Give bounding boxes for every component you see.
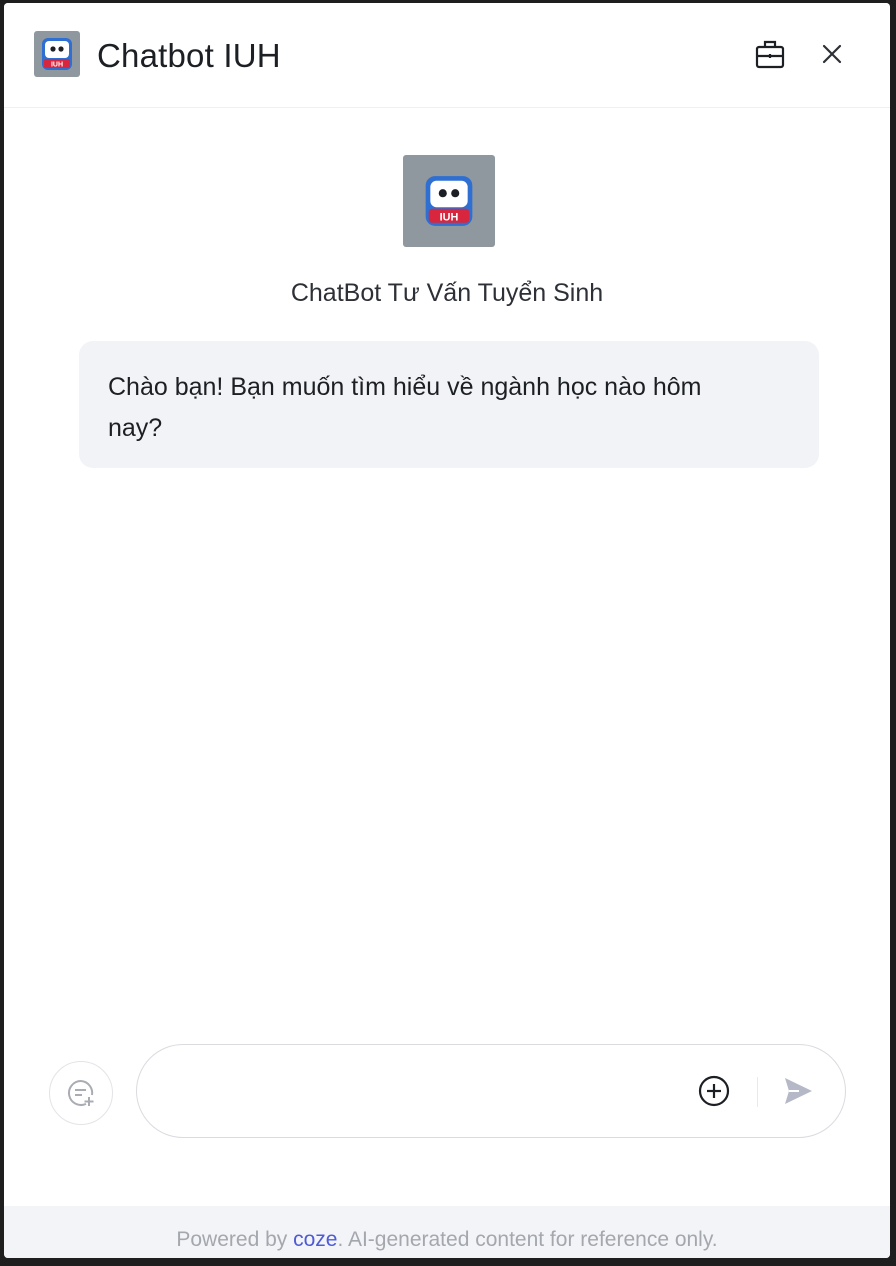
send-button[interactable] — [778, 1071, 818, 1111]
close-button[interactable] — [812, 34, 852, 74]
bot-logo-icon: IUH — [34, 31, 80, 77]
chat-title: Chatbot IUH — [97, 37, 281, 74]
bot-robot-icon: IUH — [425, 176, 473, 226]
new-chat-button[interactable] — [49, 1061, 113, 1125]
close-icon — [822, 44, 842, 64]
footer-disclaimer: . AI-generated content for reference onl… — [337, 1228, 718, 1251]
bot-avatar: IUH — [403, 155, 495, 247]
message-input[interactable] — [163, 1069, 687, 1115]
add-attachment-button[interactable] — [694, 1071, 734, 1111]
footer-prefix: Powered by — [176, 1228, 294, 1251]
add-attachment-icon — [698, 1075, 730, 1107]
chat-window: IUH Chatbot IUH IUH ChatBot Tư Vấn Tuyển… — [4, 3, 890, 1258]
briefcase-icon — [755, 40, 785, 69]
bot-message-bubble: Chào bạn! Bạn muốn tìm hiểu về ngành học… — [79, 341, 819, 468]
svg-text:IUH: IUH — [440, 211, 459, 223]
coze-link[interactable]: coze — [293, 1228, 337, 1251]
bot-name: ChatBot Tư Vấn Tuyển Sinh — [290, 279, 604, 307]
composer-divider — [757, 1077, 758, 1107]
new-chat-icon — [68, 1080, 94, 1106]
svg-text:IUH: IUH — [51, 62, 63, 69]
footer: Powered by coze. AI-generated content fo… — [4, 1206, 890, 1258]
chat-header: IUH Chatbot IUH — [4, 3, 890, 108]
send-icon — [785, 1078, 812, 1104]
briefcase-button[interactable] — [750, 34, 790, 74]
message-composer — [136, 1044, 846, 1138]
